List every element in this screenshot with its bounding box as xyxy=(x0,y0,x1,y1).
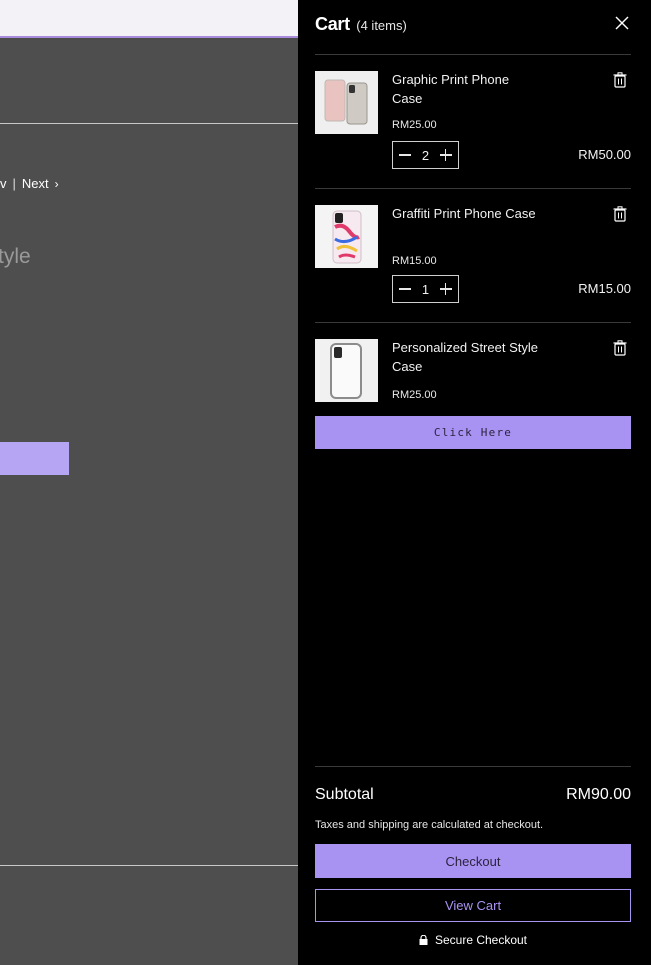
decrease-quantity-button[interactable] xyxy=(398,148,412,162)
subtotal-row: Subtotal RM90.00 xyxy=(315,786,631,804)
background-button[interactable] xyxy=(0,442,69,475)
product-name[interactable]: Graffiti Print Phone Case xyxy=(392,204,542,223)
divider xyxy=(0,865,298,866)
tax-note: Taxes and shipping are calculated at che… xyxy=(315,819,544,831)
product-title-fragment: tyle xyxy=(0,245,31,268)
cart-item: Graffiti Print Phone Case RM15.00 1 RM15… xyxy=(315,189,631,323)
secure-checkout: Secure Checkout xyxy=(315,933,631,947)
cart-item: Personalized Street Style Case RM25.00 xyxy=(315,323,631,403)
page: v | Next › tyle Cart (4 items) Graphic P… xyxy=(0,0,651,965)
divider xyxy=(0,123,298,124)
subtotal-value: RM90.00 xyxy=(566,786,631,803)
quantity-stepper: 2 xyxy=(392,141,459,169)
quantity-value[interactable]: 1 xyxy=(422,282,429,297)
unit-price: RM15.00 xyxy=(392,255,437,267)
cart-footer: Subtotal RM90.00 Taxes and shipping are … xyxy=(315,766,631,947)
unit-price: RM25.00 xyxy=(392,119,437,131)
product-name[interactable]: Personalized Street Style Case xyxy=(392,338,542,376)
line-total: RM15.00 xyxy=(578,281,631,296)
product-pagination: v | Next › xyxy=(0,176,59,191)
previous-link-fragment[interactable]: v xyxy=(0,176,7,191)
quantity-stepper: 1 xyxy=(392,275,459,303)
unit-price: RM25.00 xyxy=(392,389,437,401)
increase-quantity-button[interactable] xyxy=(439,282,453,296)
trash-icon[interactable] xyxy=(613,72,627,88)
lock-icon xyxy=(419,935,428,945)
cart-items-list[interactable]: Graphic Print Phone Case RM25.00 2 RM50.… xyxy=(315,55,631,403)
subtotal-label: Subtotal xyxy=(315,786,374,803)
product-image[interactable] xyxy=(315,71,378,134)
trash-icon[interactable] xyxy=(613,340,627,356)
cart-item: Graphic Print Phone Case RM25.00 2 RM50.… xyxy=(315,55,631,189)
site-header-strip xyxy=(0,0,298,38)
quantity-value[interactable]: 2 xyxy=(422,148,429,163)
product-image[interactable] xyxy=(315,339,378,402)
secure-checkout-label: Secure Checkout xyxy=(434,933,528,947)
cart-drawer: Cart (4 items) Graphic Print Phone Case … xyxy=(298,0,651,965)
click-here-button[interactable]: Click Here xyxy=(315,416,631,449)
cart-item-count: (4 items) xyxy=(356,18,407,33)
line-total: RM50.00 xyxy=(578,147,631,162)
trash-icon[interactable] xyxy=(613,206,627,222)
product-name[interactable]: Graphic Print Phone Case xyxy=(392,70,542,108)
next-link[interactable]: Next xyxy=(22,176,49,191)
close-icon[interactable] xyxy=(613,14,631,32)
cart-title: Cart xyxy=(315,14,350,34)
chevron-right-icon: › xyxy=(54,177,59,191)
cart-header: Cart (4 items) xyxy=(315,14,631,55)
separator: | xyxy=(12,176,16,191)
increase-quantity-button[interactable] xyxy=(439,148,453,162)
view-cart-button[interactable]: View Cart xyxy=(315,889,631,922)
decrease-quantity-button[interactable] xyxy=(398,282,412,296)
product-image[interactable] xyxy=(315,205,378,268)
checkout-button[interactable]: Checkout xyxy=(315,844,631,878)
